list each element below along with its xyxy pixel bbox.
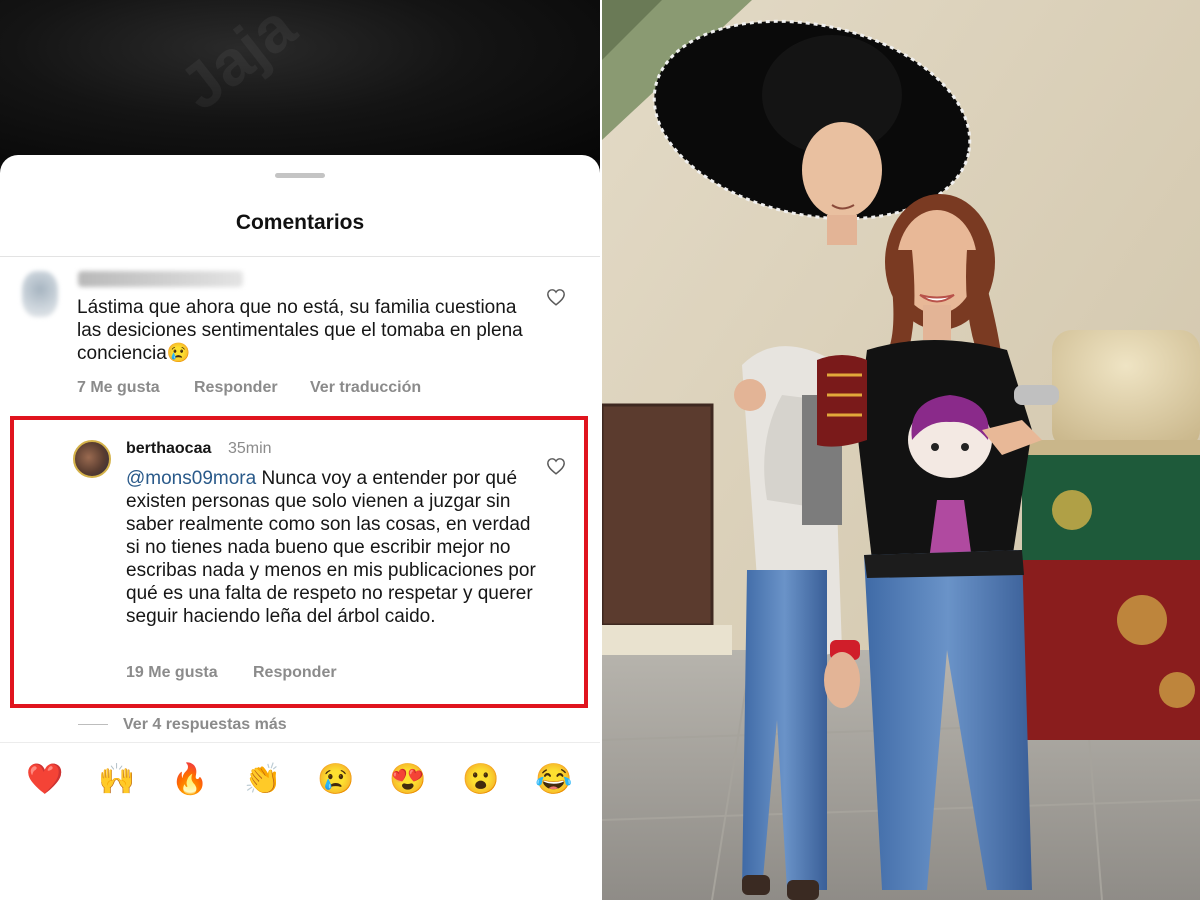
surprised-face-emoji-icon[interactable]: 😮 bbox=[461, 760, 501, 800]
heart-eyes-emoji-icon[interactable]: 😍 bbox=[388, 760, 428, 800]
emoji-reaction-bar: ❤️ 🙌 🔥 👏 😢 😍 😮 😂 bbox=[0, 760, 600, 804]
raising-hands-emoji-icon[interactable]: 🙌 bbox=[97, 760, 137, 800]
blurred-username bbox=[78, 271, 243, 287]
heart-emoji-icon[interactable]: ❤️ bbox=[25, 760, 65, 800]
laughing-emoji-icon[interactable]: 😂 bbox=[534, 760, 574, 800]
sheet-title: Comentarios bbox=[235, 211, 365, 234]
view-more-replies-button[interactable]: Ver 4 respuestas más bbox=[123, 716, 287, 734]
mention-link[interactable]: @mons09mora bbox=[126, 468, 256, 489]
avatar[interactable] bbox=[22, 271, 58, 317]
clapping-emoji-icon[interactable]: 👏 bbox=[243, 760, 283, 800]
reply-button[interactable]: Responder bbox=[194, 379, 278, 397]
watermark: Jaja bbox=[166, 0, 309, 124]
heart-outline-icon[interactable] bbox=[546, 457, 566, 475]
crying-face-emoji-icon[interactable]: 😢 bbox=[316, 760, 356, 800]
reply-button[interactable]: Responder bbox=[253, 664, 337, 682]
timestamp: 35min bbox=[228, 440, 272, 457]
comments-screenshot: Jaja Comentarios Lástima que ahora que n… bbox=[0, 0, 600, 900]
couple-photo bbox=[602, 0, 1200, 900]
comment-text: Lástima que ahora que no está, su famili… bbox=[77, 297, 523, 364]
like-count[interactable]: 19 Me gusta bbox=[126, 664, 218, 682]
username[interactable]: berthaocaa bbox=[126, 440, 211, 458]
divider bbox=[0, 256, 600, 257]
drag-handle[interactable] bbox=[275, 173, 325, 178]
comments-sheet: Comentarios Lástima que ahora que no est… bbox=[0, 155, 600, 900]
avatar[interactable] bbox=[73, 440, 111, 478]
photo-illustration bbox=[602, 0, 1200, 900]
translate-button[interactable]: Ver traducción bbox=[310, 379, 421, 397]
like-count[interactable]: 7 Me gusta bbox=[77, 379, 160, 397]
divider bbox=[0, 742, 600, 743]
comment-body: Nunca voy a entender por qué existen per… bbox=[126, 468, 536, 627]
fire-emoji-icon[interactable]: 🔥 bbox=[170, 760, 210, 800]
heart-outline-icon[interactable] bbox=[546, 288, 566, 306]
replies-line bbox=[78, 724, 108, 725]
dark-video-background: Jaja bbox=[0, 0, 600, 160]
comment-text: @mons09mora Nunca voy a entender por qué… bbox=[126, 467, 536, 628]
